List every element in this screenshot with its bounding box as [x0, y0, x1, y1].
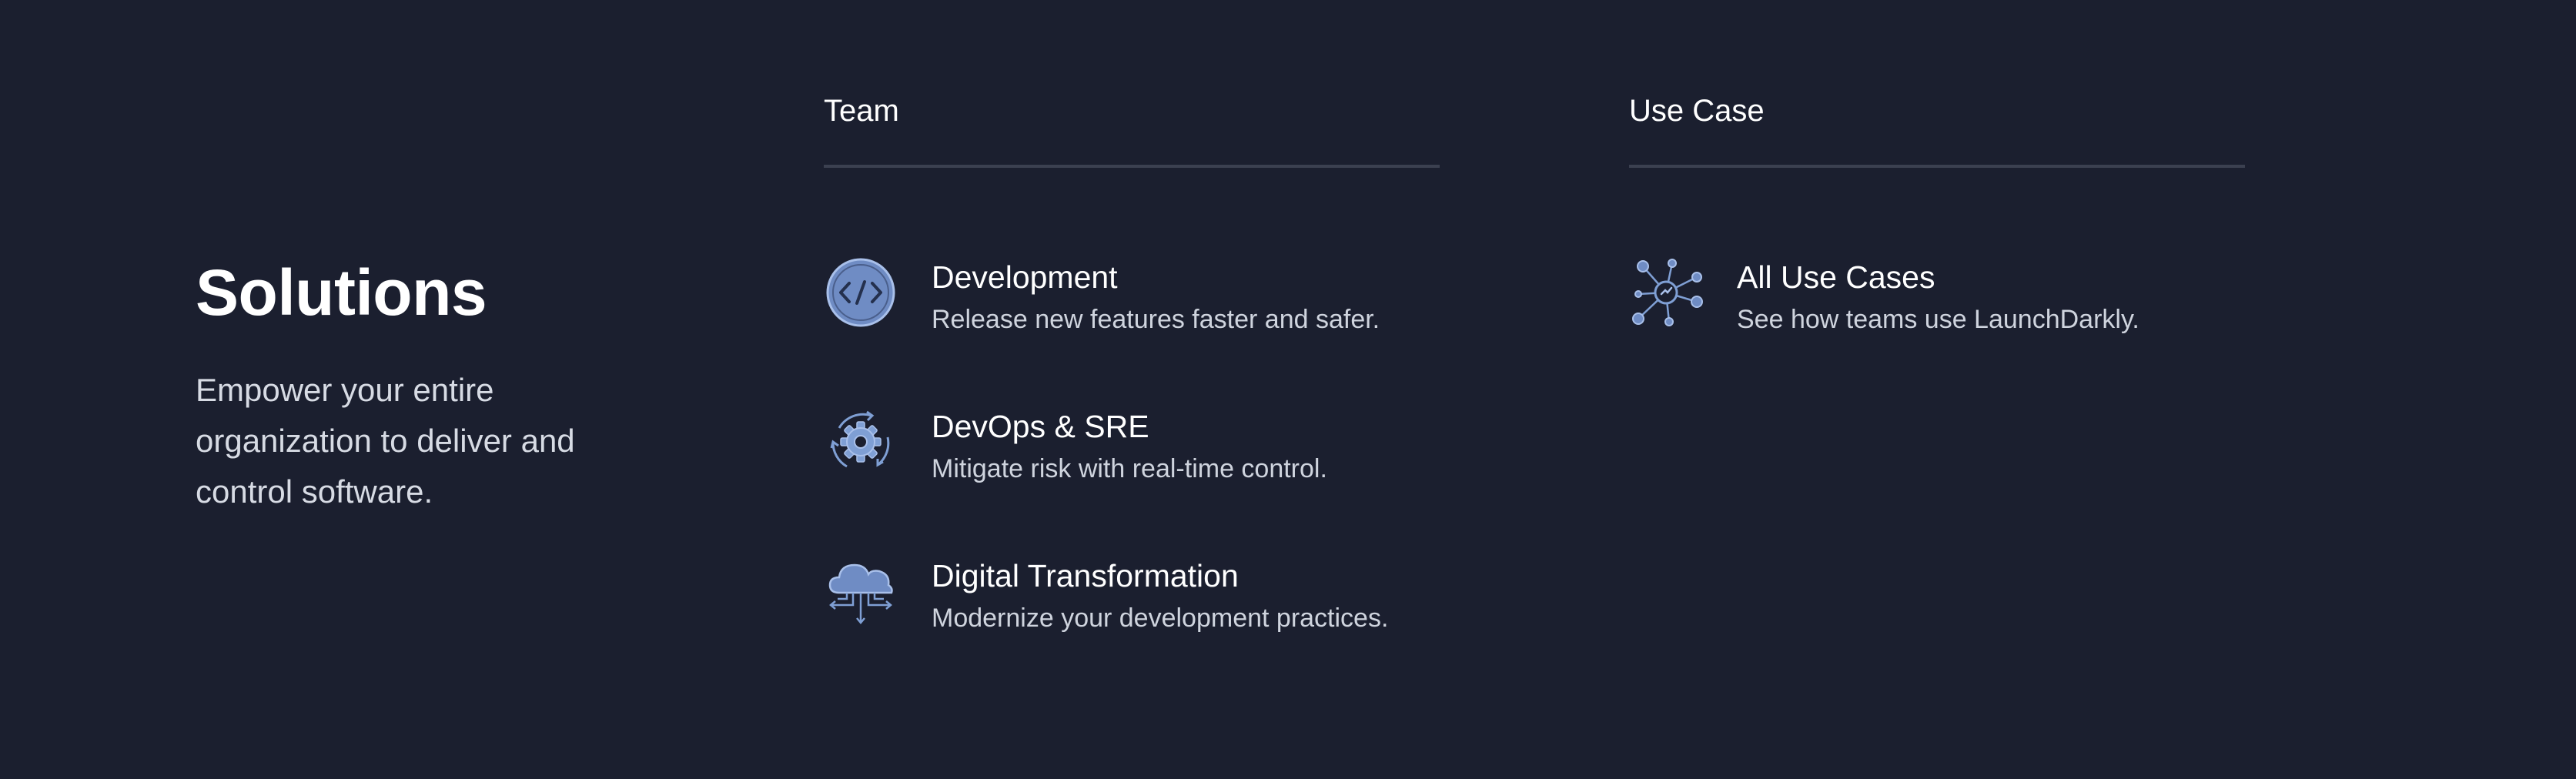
network-hub-icon [1632, 259, 1703, 326]
gear-cycle-icon [830, 410, 890, 468]
menu-item-development[interactable]: Development Release new features faster … [824, 256, 1440, 405]
menu-item-all-use-cases[interactable]: All Use Cases See how teams use LaunchDa… [1629, 256, 2245, 405]
team-column: Team Development Release new features fa… [824, 91, 1440, 704]
solutions-menu-panel: Solutions Empower your entire organizati… [0, 0, 2576, 779]
cloud-network-icon [828, 563, 893, 624]
menu-item-devops-sre[interactable]: DevOps & SRE Mitigate risk with real-tim… [824, 405, 1440, 554]
use-case-items-list: All Use Cases See how teams use LaunchDa… [1629, 256, 2245, 405]
team-column-header: Team [824, 94, 899, 128]
team-column-divider [824, 165, 1440, 168]
menu-item-title: All Use Cases [1737, 259, 1935, 295]
menu-item-description: Modernize your development practices. [932, 603, 1389, 633]
menu-item-title: Digital Transformation [932, 558, 1239, 593]
menu-item-digital-transformation[interactable]: Digital Transformation Modernize your de… [824, 554, 1440, 704]
menu-item-title: Development [932, 259, 1118, 295]
use-case-column: Use Case All Use Cases See how teams use… [1629, 91, 2245, 405]
team-items-list: Development Release new features faster … [824, 256, 1440, 704]
section-title: Solutions [196, 256, 487, 329]
menu-item-title: DevOps & SRE [932, 409, 1149, 444]
menu-item-description: Mitigate risk with real-time control. [932, 454, 1327, 483]
menu-item-description: See how teams use LaunchDarkly. [1737, 305, 2139, 334]
menu-item-description: Release new features faster and safer. [932, 305, 1380, 334]
section-description: Empower your entire organization to deli… [196, 372, 575, 510]
code-icon [826, 258, 895, 327]
intro-section: Solutions Empower your entire organizati… [196, 260, 673, 517]
use-case-column-divider [1629, 165, 2245, 168]
use-case-column-header: Use Case [1629, 94, 1765, 128]
